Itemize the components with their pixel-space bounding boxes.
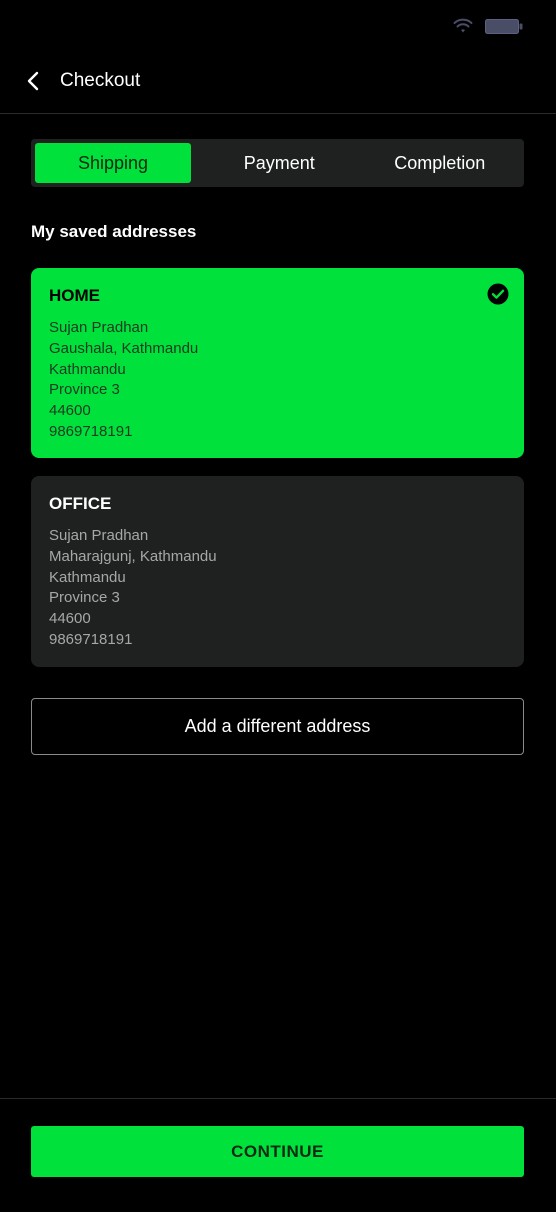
address-postcode: 44600	[49, 610, 91, 628]
check-circle-icon	[487, 283, 509, 305]
tab-completion[interactable]: Completion	[360, 143, 521, 183]
address-street: Gaushala, Kathmandu	[49, 339, 199, 357]
tab-payment[interactable]: Payment	[199, 143, 360, 183]
chevron-left-icon[interactable]	[22, 69, 46, 93]
address-phone: 9869718191	[49, 422, 133, 440]
address-postcode: 44600	[49, 402, 91, 420]
address-city: Kathmandu	[49, 360, 126, 378]
address-card-office[interactable]: OFFICE Sujan Pradhan Maharajgunj, Kathma…	[31, 476, 524, 667]
address-province: Province 3	[49, 381, 120, 399]
address-phone: 9869718191	[49, 630, 133, 648]
address-title: OFFICE	[49, 494, 112, 513]
address-street: Maharajgunj, Kathmandu	[49, 547, 217, 565]
address-city: Kathmandu	[49, 568, 126, 586]
header: Checkout	[0, 50, 556, 114]
add-address-button[interactable]: Add a different address	[31, 698, 524, 755]
address-card-home[interactable]: HOME Sujan Pradhan Gaushala, Kathmandu K…	[31, 268, 524, 458]
saved-addresses-heading: My saved addresses	[31, 222, 197, 241]
address-name: Sujan Pradhan	[49, 527, 149, 544]
battery-icon	[485, 19, 523, 34]
page-title: Checkout	[60, 70, 141, 91]
address-title: HOME	[49, 286, 100, 305]
status-bar	[0, 0, 556, 50]
address-name: Sujan Pradhan	[49, 319, 149, 336]
tab-shipping[interactable]: Shipping	[35, 143, 191, 183]
footer: CONTINUE	[0, 1098, 556, 1212]
checkout-tabs: Shipping Payment Completion	[31, 139, 524, 187]
wifi-icon	[453, 18, 473, 33]
address-province: Province 3	[49, 589, 120, 607]
continue-button[interactable]: CONTINUE	[31, 1126, 524, 1177]
